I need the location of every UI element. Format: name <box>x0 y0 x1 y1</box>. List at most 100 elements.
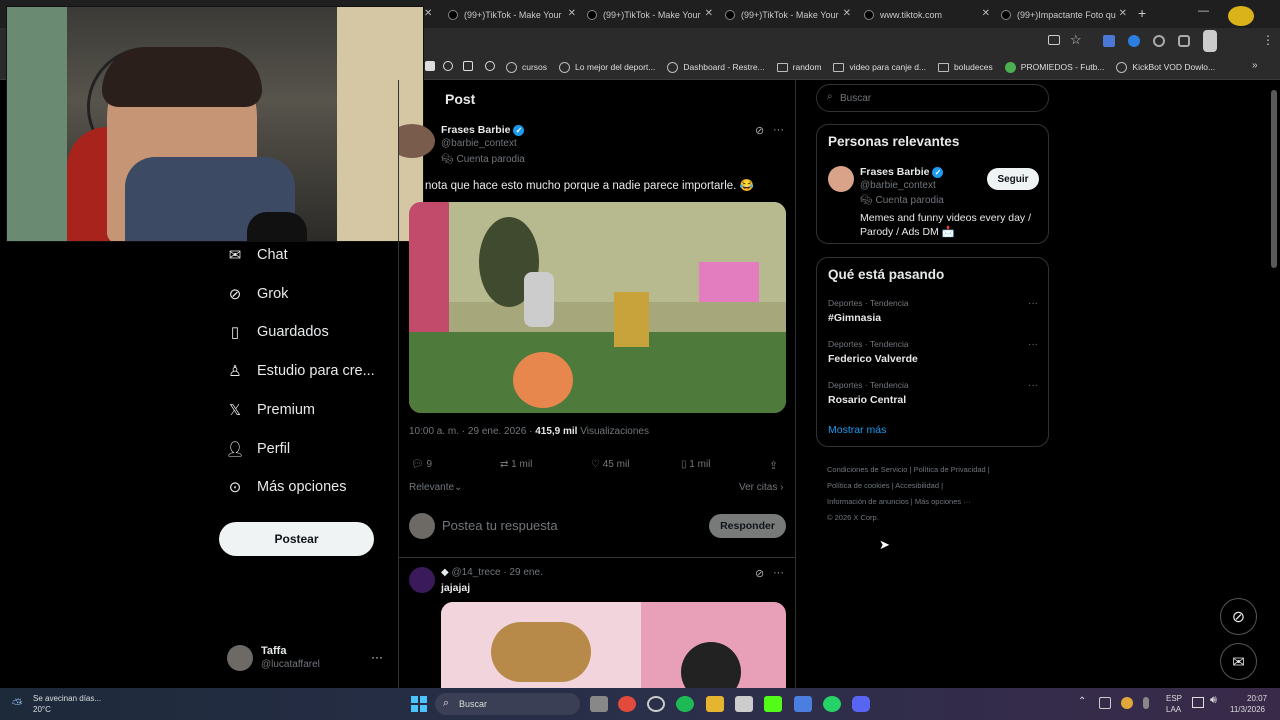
browser-tab[interactable]: (99+)TikTok - Make Your ✕ <box>587 4 713 26</box>
microphone-icon[interactable] <box>1143 697 1149 709</box>
bookmark-app-icon[interactable] <box>425 61 435 71</box>
close-icon[interactable]: ✕ <box>705 8 713 19</box>
footer-link[interactable]: Política de cookies <box>827 481 890 490</box>
star-icon[interactable]: ☆ <box>1070 32 1082 48</box>
tray-icon[interactable] <box>1121 697 1133 709</box>
browser-tab[interactable]: (99+)TikTok - Make Your ✕ <box>448 4 576 26</box>
footer-link[interactable]: Política de Privacidad <box>914 465 986 474</box>
close-icon[interactable]: ✕ <box>568 8 576 19</box>
close-icon[interactable]: ✕ <box>424 8 432 19</box>
chevron-up-icon[interactable]: ⌃ <box>1078 696 1086 707</box>
reply-input[interactable]: Postea tu respuesta <box>442 518 558 533</box>
weather-text[interactable]: Se avecinan días... <box>33 694 101 703</box>
weather-icon[interactable]: ⛅︎ <box>12 696 22 712</box>
more-icon[interactable]: ··· <box>1028 339 1038 350</box>
bookmark-app-icon[interactable] <box>463 61 473 71</box>
author-avatar[interactable] <box>399 124 435 158</box>
more-icon[interactable]: ··· <box>773 124 784 136</box>
avatar[interactable] <box>227 645 253 671</box>
scrollbar[interactable] <box>1270 82 1278 688</box>
extension-icon[interactable] <box>1128 35 1140 47</box>
relevant-name[interactable]: Frases Barbie ✓ <box>860 166 944 178</box>
discord-icon[interactable] <box>852 696 870 712</box>
more-icon[interactable]: ··· <box>1028 298 1038 309</box>
author-name[interactable]: Frases Barbie ✓ <box>441 124 525 136</box>
language-indicator[interactable]: ESP <box>1166 694 1182 703</box>
tray-icon[interactable] <box>1099 697 1111 709</box>
spotify-icon[interactable] <box>676 696 694 712</box>
trend-item[interactable]: Deportes · Tendencia Federico Valverde ·… <box>828 339 1038 365</box>
share-icon[interactable]: ⇪ <box>769 459 778 472</box>
footer-link[interactable]: Condiciones de Servicio <box>827 465 907 474</box>
minimize-icon[interactable]: — <box>1198 5 1209 17</box>
close-icon[interactable]: ✕ <box>1119 8 1127 19</box>
nav-item-studio[interactable]: ♙ Estudio para cre... <box>226 362 374 380</box>
file-explorer-icon[interactable] <box>706 696 724 712</box>
kick-icon[interactable] <box>764 696 782 712</box>
footer-link[interactable]: Más opciones ··· <box>915 497 971 506</box>
windows-start-icon[interactable] <box>411 696 427 712</box>
chrome-icon[interactable] <box>618 696 636 712</box>
taskbar-search[interactable]: ⌕ Buscar <box>435 693 580 715</box>
bookmark-action[interactable]: ▯ 1 mil <box>681 459 710 470</box>
extension-icon[interactable] <box>1153 35 1165 47</box>
nav-item-perfil[interactable]: 👤︎ Perfil <box>225 440 290 458</box>
sort-dropdown[interactable]: Relevante⌄ <box>409 482 462 493</box>
messages-floating-icon[interactable]: ✉ <box>1220 643 1257 680</box>
trend-item[interactable]: Deportes · Tendencia #Gimnasia ··· <box>828 298 1038 324</box>
task-view-icon[interactable] <box>590 696 608 712</box>
extensions-puzzle-icon[interactable] <box>1178 35 1190 47</box>
browser-tab[interactable]: (99+)Impactante Foto qu ✕ <box>1001 4 1127 26</box>
bookmark-item[interactable]: PROMIEDOS - Futb... <box>1004 61 1104 73</box>
reply-author[interactable]: ◆ @14_trece · 29 ene. <box>441 567 543 578</box>
install-app-icon[interactable] <box>1048 35 1060 45</box>
reply-image[interactable] <box>441 602 786 690</box>
browser-tab[interactable]: (99+)TikTok - Make Your ✕ <box>725 4 851 26</box>
scrollbar-thumb[interactable] <box>1271 90 1277 268</box>
profile-icon[interactable] <box>1203 30 1217 52</box>
store-icon[interactable] <box>735 696 753 712</box>
close-icon[interactable]: ✕ <box>982 8 990 19</box>
view-quotes-link[interactable]: Ver citas › <box>739 482 783 493</box>
like-action[interactable]: ♡ 45 mil <box>591 459 629 470</box>
bookmark-item[interactable]: KickBot VOD Dowlo... <box>1116 61 1215 73</box>
show-more-link[interactable]: Mostrar más <box>828 424 886 436</box>
bookmark-item[interactable]: boludeces <box>938 62 993 72</box>
translate-extension-icon[interactable] <box>1103 35 1115 47</box>
bookmark-item[interactable]: random <box>776 62 821 72</box>
grok-icon[interactable]: ⊘ <box>755 567 764 580</box>
new-tab-icon[interactable]: + <box>1138 5 1146 21</box>
bookmark-item[interactable]: Dashboard - Restre... <box>667 61 765 73</box>
grok-floating-icon[interactable]: ⊘ <box>1220 598 1257 635</box>
post-button[interactable]: Postear <box>219 522 374 556</box>
grok-icon[interactable]: ⊘ <box>755 124 764 137</box>
close-icon[interactable]: ✕ <box>843 8 851 19</box>
repost-action[interactable]: ⇄ 1 mil <box>500 459 532 470</box>
more-icon[interactable]: ··· <box>1028 380 1038 391</box>
bookmark-item[interactable]: video para canje d... <box>833 62 926 72</box>
chevron-right-icon[interactable]: » <box>1252 60 1258 71</box>
nav-item-grok[interactable]: ⊘ Grok <box>226 285 289 303</box>
monitor-icon[interactable] <box>1192 697 1204 708</box>
follow-button[interactable]: Seguir <box>987 168 1039 190</box>
more-icon[interactable]: ··· <box>773 567 784 579</box>
reply-avatar[interactable] <box>409 567 435 593</box>
clock-time[interactable]: 20:07 <box>1247 694 1267 703</box>
whatsapp-icon[interactable] <box>823 696 841 712</box>
nav-item-premium[interactable]: 𝕏 Premium <box>226 401 315 419</box>
bookmark-app-icon[interactable] <box>485 61 495 71</box>
more-icon[interactable]: ··· <box>371 650 383 664</box>
menu-dots-icon[interactable]: ⋮ <box>1262 33 1274 47</box>
bookmark-item[interactable]: cursos <box>506 61 547 73</box>
bookmark-item[interactable]: Lo mejor del deport... <box>559 61 655 73</box>
footer-link[interactable]: Accesibilidad <box>895 481 939 490</box>
bookmark-app-icon[interactable] <box>443 61 453 71</box>
browser-tab[interactable]: www.tiktok.com ✕ <box>864 4 990 26</box>
nav-item-chat[interactable]: ✉ Chat <box>226 246 288 264</box>
reply-button[interactable]: Responder <box>709 514 786 538</box>
nav-item-guardados[interactable]: ▯ Guardados <box>226 323 329 341</box>
author-avatar[interactable] <box>828 166 854 192</box>
trend-item[interactable]: Deportes · Tendencia Rosario Central ··· <box>828 380 1038 406</box>
footer-link[interactable]: Información de anuncios <box>827 497 909 506</box>
notepad-icon[interactable] <box>794 696 812 712</box>
